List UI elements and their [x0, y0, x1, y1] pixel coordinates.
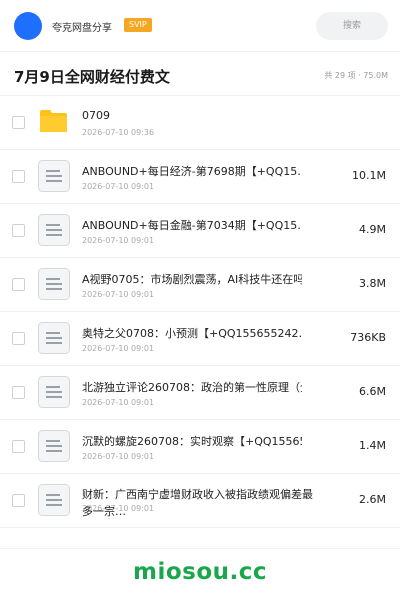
document-icon — [38, 484, 70, 516]
file-size: 2.6M — [359, 493, 386, 506]
item-checkbox[interactable] — [12, 224, 25, 237]
page-title: 7月9日全网财经付费文 — [14, 68, 170, 86]
file-name: 沉默的螺旋260708：实时观察【+QQ15565… — [82, 435, 302, 448]
file-date: 2026-07-10 09:01 — [82, 236, 155, 245]
search-input[interactable]: 搜索 — [316, 12, 388, 40]
document-icon — [38, 430, 70, 462]
file-date: 2026-07-10 09:01 — [82, 290, 155, 299]
file-date: 2026-07-10 09:01 — [82, 452, 155, 461]
list-item[interactable]: ANBOUND+每日金融-第7034期【+QQ15… 2026-07-10 09… — [0, 204, 400, 258]
file-name: 北游独立评论260708：政治的第一性原理（全网独… — [82, 381, 302, 394]
avatar[interactable] — [14, 12, 42, 40]
file-date: 2026-07-10 09:01 — [82, 344, 155, 353]
list-item[interactable]: 2026-07-10 09:01 财新：广西南宁虚增财政收入被指政绩观偏差最多一… — [0, 474, 400, 528]
user-name[interactable]: 夸克网盘分享 — [52, 19, 112, 34]
file-list: 0709 2026-07-10 09:36 ANBOUND+每日经济-第7698… — [0, 96, 400, 528]
item-checkbox[interactable] — [12, 116, 25, 129]
file-name: 财新：广西南宁虚增财政收入被指政绩观偏差最多一宗… — [82, 488, 313, 518]
document-icon — [38, 322, 70, 354]
list-item[interactable]: A视野0705：市场剧烈震荡，AI科技牛还在吗？【… 2026-07-10 09… — [0, 258, 400, 312]
document-icon — [38, 160, 70, 192]
top-bar: 夸克网盘分享 SVIP 搜索 — [0, 0, 400, 52]
folder-icon — [40, 110, 67, 132]
watermark: miosou.cc — [132, 559, 268, 585]
item-checkbox[interactable] — [12, 494, 25, 507]
list-item[interactable]: 奥特之父0708：小预测【+QQ155655242… 2026-07-10 09… — [0, 312, 400, 366]
item-count: 共 29 项 · 75.0M — [324, 71, 388, 80]
item-checkbox[interactable] — [12, 278, 25, 291]
list-item[interactable]: 沉默的螺旋260708：实时观察【+QQ15565… 2026-07-10 09… — [0, 420, 400, 474]
file-size: 4.9M — [359, 223, 386, 236]
item-checkbox[interactable] — [12, 386, 25, 399]
list-item[interactable]: 北游独立评论260708：政治的第一性原理（全网独… 2026-07-10 09… — [0, 366, 400, 420]
item-checkbox[interactable] — [12, 332, 25, 345]
list-item[interactable]: ANBOUND+每日经济-第7698期【+QQ15… 2026-07-10 09… — [0, 150, 400, 204]
file-size: 736KB — [350, 331, 386, 344]
file-name: ANBOUND+每日经济-第7698期【+QQ15… — [82, 165, 302, 178]
title-bar: 7月9日全网财经付费文 共 29 项 · 75.0M — [0, 52, 400, 96]
file-size: 3.8M — [359, 277, 386, 290]
file-date: 2026-07-10 09:36 — [82, 128, 155, 137]
file-name: 0709 — [82, 109, 110, 122]
file-date: 2026-07-10 09:01 — [82, 182, 155, 191]
document-icon — [38, 268, 70, 300]
svip-badge: SVIP — [124, 18, 152, 32]
file-size: 1.4M — [359, 439, 386, 452]
file-name: ANBOUND+每日金融-第7034期【+QQ15… — [82, 219, 302, 232]
document-icon — [38, 376, 70, 408]
item-checkbox[interactable] — [12, 440, 25, 453]
item-checkbox[interactable] — [12, 170, 25, 183]
file-name: A视野0705：市场剧烈震荡，AI科技牛还在吗？【… — [82, 273, 302, 286]
file-size: 6.6M — [359, 385, 386, 398]
file-size: 10.1M — [352, 169, 386, 182]
document-icon — [38, 214, 70, 246]
list-item[interactable]: 0709 2026-07-10 09:36 — [0, 96, 400, 150]
footer: miosou.cc — [0, 548, 400, 600]
file-name: 奥特之父0708：小预测【+QQ155655242… — [82, 327, 302, 340]
file-date: 2026-07-10 09:01 — [82, 398, 155, 407]
